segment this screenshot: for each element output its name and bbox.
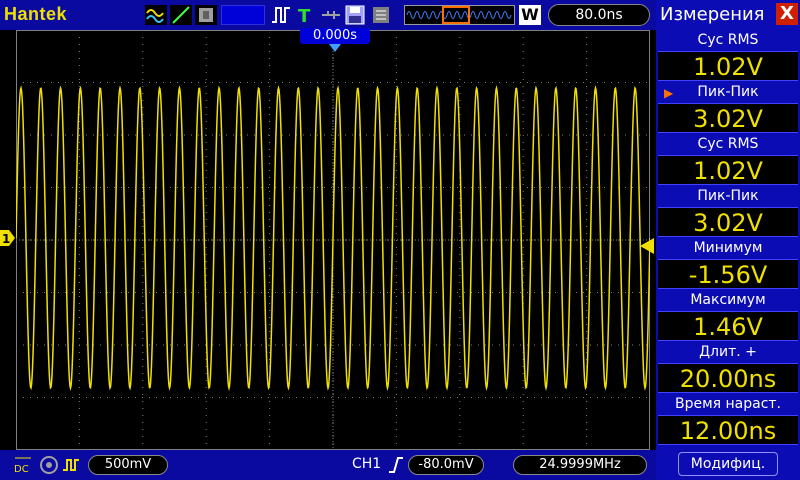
coupling-label: DC [14, 464, 29, 475]
status-bar: DC 500mV CH1 -80.0mV 24.9999MHz [0, 450, 656, 480]
print-icon[interactable] [371, 5, 391, 25]
panel-close-button[interactable]: X [776, 3, 798, 25]
measurements-panel: Измерения X Cyc RMS 1.02V ▶ Пик-Пик 3.02… [656, 0, 800, 480]
probe-icon[interactable] [40, 456, 58, 474]
measurement-label: Пик-Пик [697, 84, 759, 100]
measurement-value[interactable]: -1.56V [658, 259, 798, 289]
trigger-level-readout[interactable]: -80.0mV [408, 455, 484, 475]
run-state-indicator[interactable] [221, 5, 265, 25]
modify-button[interactable]: Модифиц. [678, 452, 778, 476]
measurement-value[interactable]: 1.02V [658, 155, 798, 185]
measurement-value[interactable]: 3.02V [658, 103, 798, 133]
vector-display-icon[interactable] [170, 5, 192, 25]
waveform-mode-icon[interactable] [145, 5, 167, 25]
channel1-offset-marker[interactable]: 1 [0, 230, 16, 246]
svg-text:1: 1 [2, 232, 10, 246]
measurement-value[interactable]: 3.02V [658, 207, 798, 237]
brand-logo: Hantek [4, 4, 68, 24]
measurement-value[interactable]: 1.02V [658, 51, 798, 81]
measurement-label: Максимум [690, 292, 766, 308]
measurement-value[interactable]: 20.00ns [658, 363, 798, 393]
measurement-value[interactable]: 1.46V [658, 311, 798, 341]
measurement-label: Длит. + [699, 344, 757, 360]
waveform-record-strip[interactable] [404, 5, 515, 25]
frequency-readout[interactable]: 24.9999MHz [513, 455, 647, 475]
record-overview-icon [406, 6, 512, 24]
svg-text:T: T [298, 6, 311, 25]
trigger-position-readout[interactable]: 0.000s [300, 28, 370, 44]
coupling-indicator[interactable]: DC [14, 454, 32, 475]
trigger-position-marker-icon[interactable] [329, 44, 341, 52]
measurement-label: Cyc RMS [697, 32, 759, 48]
rising-edge-icon[interactable] [388, 456, 404, 474]
pulse-trigger-icon[interactable] [270, 5, 292, 25]
measurement-label: Cyc RMS [697, 136, 759, 152]
trigger-channel-label: CH1 [352, 456, 382, 472]
measurement-label: Время нараст. [674, 396, 782, 412]
measurement-label: Пик-Пик [697, 188, 759, 204]
usb-icon [322, 11, 340, 19]
coupling-wave-icon [15, 457, 31, 459]
trigger-t-icon[interactable]: T [296, 5, 314, 25]
measurement-value[interactable]: 12.00ns [658, 415, 798, 445]
measurement-label: Минимум [693, 240, 763, 256]
window-mode-button[interactable]: W [519, 5, 541, 25]
top-toolbar: Hantek T W 80.0ns [0, 0, 656, 30]
trigger-level-marker-icon[interactable] [640, 238, 654, 254]
bandwidth-limit-icon[interactable] [62, 456, 82, 474]
timebase-readout[interactable]: 80.0ns [548, 4, 650, 26]
save-icon[interactable] [345, 5, 365, 25]
persistence-icon[interactable] [195, 5, 217, 25]
volts-per-div-readout[interactable]: 500mV [88, 455, 168, 475]
waveform-display [16, 30, 650, 450]
